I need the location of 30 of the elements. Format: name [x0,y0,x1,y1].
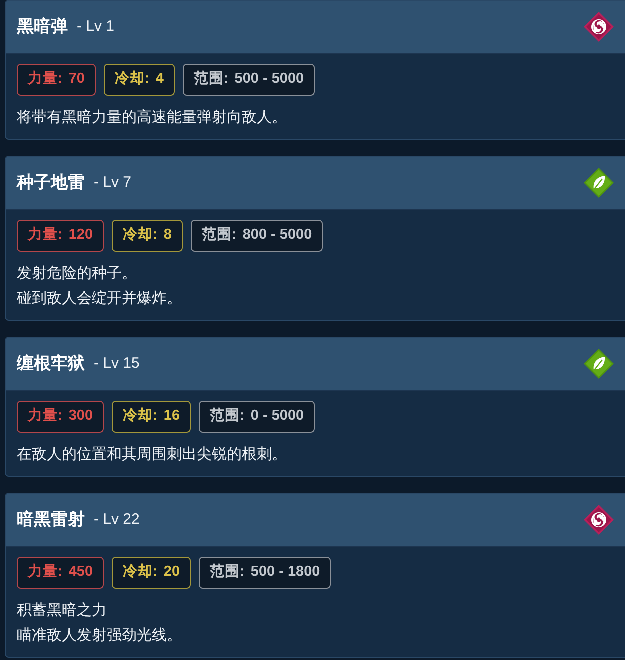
skill-level: - Lv 1 [77,16,115,37]
skill-level: - Lv 7 [94,172,132,193]
skill-name: 缠根牢狱 [17,353,85,376]
range-stat: 范围: 800 - 5000 [190,220,324,252]
range-stat: 范围: 0 - 5000 [199,401,316,433]
cooldown-stat: 冷却: 16 [112,401,192,433]
range-stat: 范围: 500 - 1800 [199,557,332,589]
description-line: 积蓄黑暗之力 [17,601,107,621]
cooldown-stat: 冷却: 8 [112,220,183,252]
swirl-icon [584,12,614,42]
skill-name: 黑暗弹 [17,16,68,38]
range-stat: 范围: 500 - 5000 [182,64,316,96]
leaf-icon [584,168,614,198]
description-line: 发射危险的种子。 [17,264,137,284]
power-stat: 力量: 120 [17,220,104,252]
power-stat: 力量: 70 [17,64,96,96]
skill-level: - Lv 15 [94,354,140,374]
leaf-icon [584,349,614,379]
cooldown-stat: 冷却: 4 [104,64,175,96]
description-line: 将带有黑暗力量的高速能量弹射向敌人。 [17,108,287,128]
description-line: 碰到敌人会绽开并爆炸。 [17,289,182,309]
power-stat: 力量: 300 [17,401,104,433]
description-line: 瞄准敌人发射强劲光线。 [17,626,182,646]
skill-name: 暗黑雷射 [17,509,85,532]
skill-level: - Lv 22 [94,510,140,530]
skill-name: 种子地雷 [17,172,85,194]
power-stat: 力量: 450 [17,557,104,589]
cooldown-stat: 冷却: 20 [112,557,192,589]
swirl-icon [584,505,614,535]
description-line: 在敌人的位置和其周围刺出尖锐的根刺。 [17,445,287,465]
